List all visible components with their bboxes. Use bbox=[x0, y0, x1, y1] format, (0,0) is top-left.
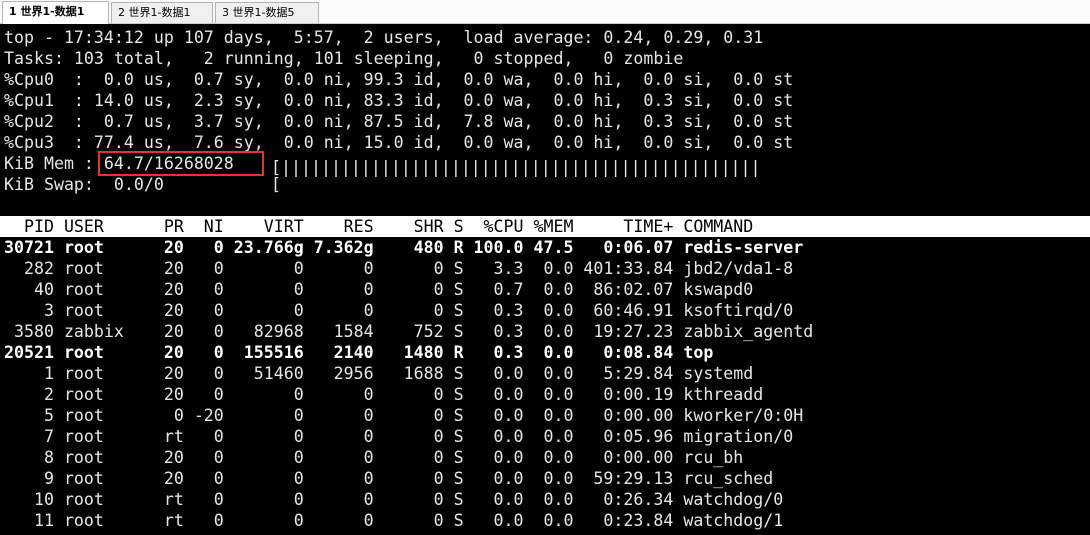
process-row: 2 root 20 0 0 0 0 S 0.0 0.0 0:00.19 kthr… bbox=[4, 385, 764, 404]
cpu2-line: %Cpu2 : 0.7 us, 3.7 sy, 0.0 ni, 87.5 id,… bbox=[4, 112, 794, 131]
process-row: 10 root rt 0 0 0 0 S 0.0 0.0 0:26.34 wat… bbox=[4, 490, 784, 509]
process-table-header: PID USER PR NI VIRT RES SHR S %CPU %MEM … bbox=[0, 216, 1090, 237]
process-row: 3580 zabbix 20 0 82968 1584 752 S 0.3 0.… bbox=[4, 322, 814, 341]
tab-session-3[interactable]: 3 世界1-数据5 bbox=[215, 2, 319, 23]
process-row: 282 root 20 0 0 0 0 S 3.3 0.0 401:33.84 … bbox=[4, 259, 794, 278]
mem-line: KiB Mem : 64.7/16268028 bbox=[4, 154, 234, 173]
process-row: 5 root 0 -20 0 0 0 S 0.0 0.0 0:00.00 kwo… bbox=[4, 406, 804, 425]
process-row: 8 root 20 0 0 0 0 S 0.0 0.0 0:00.00 rcu_… bbox=[4, 448, 744, 467]
tab-session-1[interactable]: 1 世界1-数据1 bbox=[2, 1, 109, 24]
process-row: 1 root 20 0 51460 2956 1688 S 0.0 0.0 5:… bbox=[4, 364, 754, 383]
tab-session-2[interactable]: 2 世界1-数据1 bbox=[111, 2, 213, 23]
cpu0-line: %Cpu0 : 0.0 us, 0.7 sy, 0.0 ni, 99.3 id,… bbox=[4, 70, 794, 89]
process-row: 40 root 20 0 0 0 0 S 0.7 0.0 86:02.07 ks… bbox=[4, 280, 754, 299]
process-row: 11 root rt 0 0 0 0 S 0.0 0.0 0:23.84 wat… bbox=[4, 511, 784, 530]
process-row: 9 root 20 0 0 0 0 S 0.0 0.0 59:29.13 rcu… bbox=[4, 469, 774, 488]
session-tab-bar: 1 世界1-数据1 2 世界1-数据1 3 世界1-数据5 bbox=[0, 0, 1090, 24]
process-row: 20521 root 20 0 155516 2140 1480 R 0.3 0… bbox=[4, 343, 714, 362]
tasks-line: Tasks: 103 total, 2 running, 101 sleepin… bbox=[4, 49, 684, 68]
swap-usage-bar: [ bbox=[271, 175, 281, 194]
swap-line: KiB Swap: 0.0/0 bbox=[4, 175, 164, 194]
terminal-view[interactable]: top - 17:34:12 up 107 days, 5:57, 2 user… bbox=[0, 26, 1090, 535]
mem-usage-bar: [|||||||||||||||||||||||||||||||||||||||… bbox=[271, 158, 761, 177]
cpu1-line: %Cpu1 : 14.0 us, 2.3 sy, 0.0 ni, 83.3 id… bbox=[4, 91, 794, 110]
cpu3-line: %Cpu3 : 77.4 us, 7.6 sy, 0.0 ni, 15.0 id… bbox=[4, 133, 794, 152]
process-row: 7 root rt 0 0 0 0 S 0.0 0.0 0:05.96 migr… bbox=[4, 427, 794, 446]
uptime-line: top - 17:34:12 up 107 days, 5:57, 2 user… bbox=[4, 28, 764, 47]
process-row: 3 root 20 0 0 0 0 S 0.3 0.0 60:46.91 kso… bbox=[4, 301, 794, 320]
process-row: 30721 root 20 0 23.766g 7.362g 480 R 100… bbox=[4, 238, 804, 257]
